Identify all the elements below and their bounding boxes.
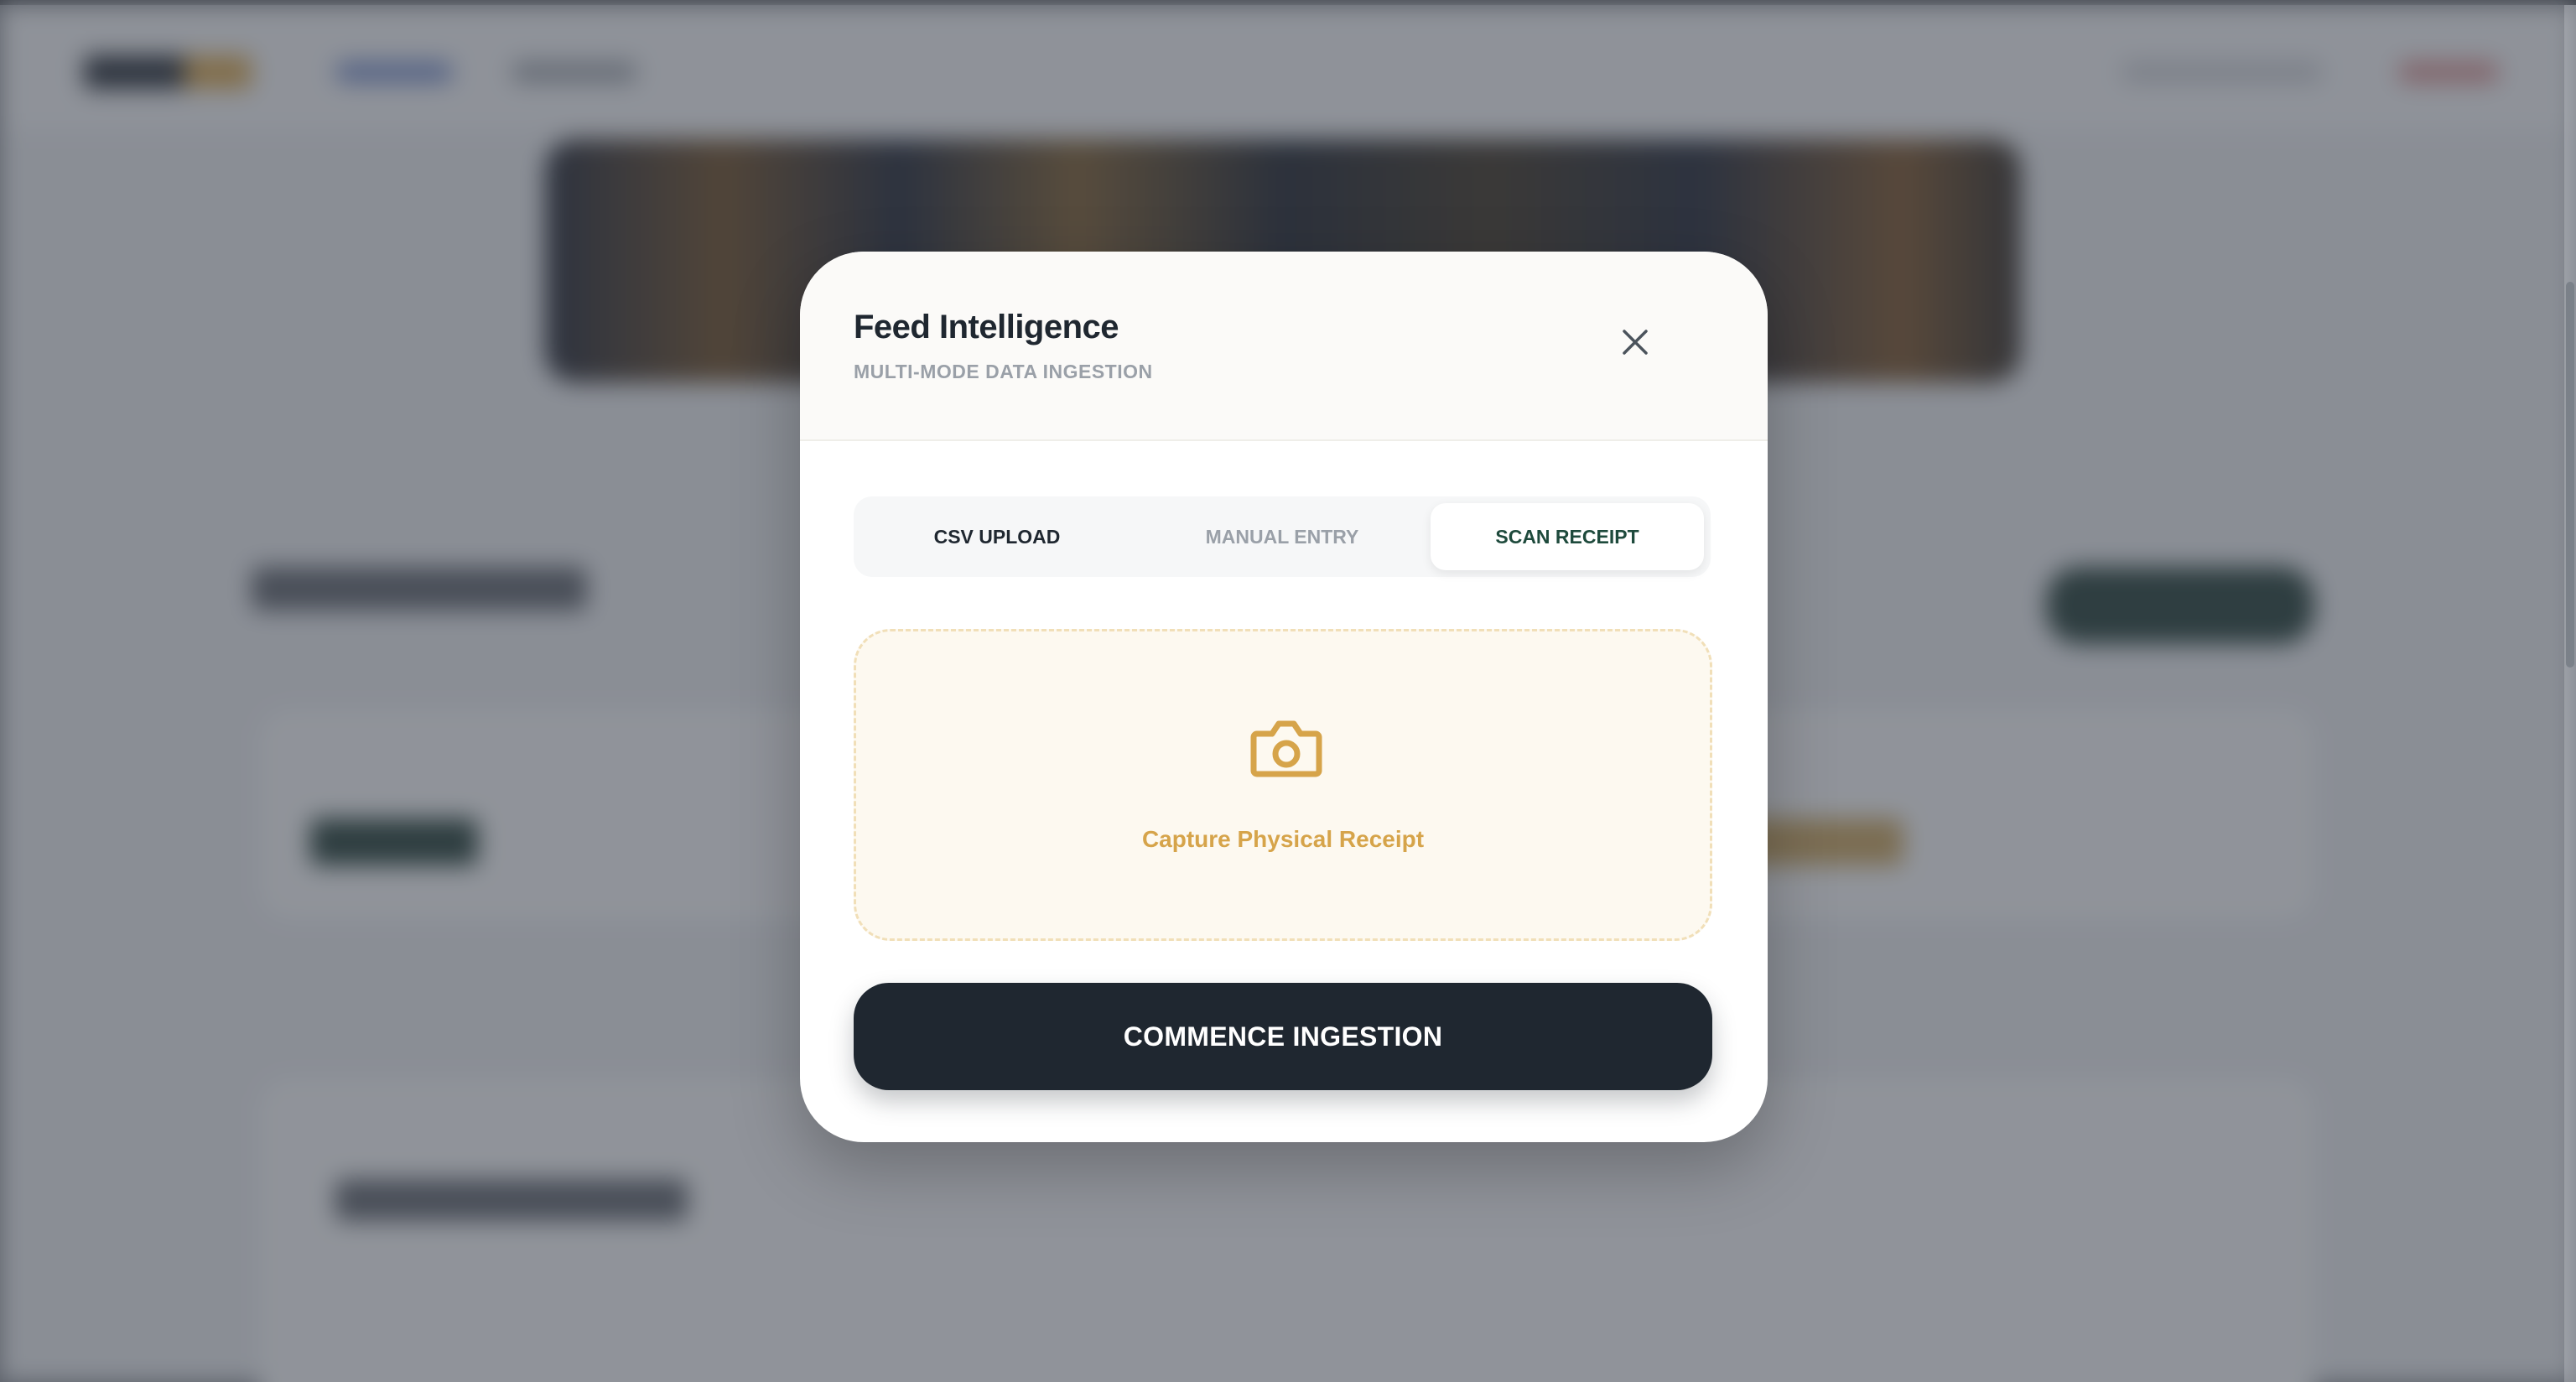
camera-icon bbox=[1250, 720, 1322, 777]
page-scrollbar[interactable] bbox=[2564, 5, 2576, 1382]
modal-header: Feed Intelligence MULTI-MODE DATA INGEST… bbox=[800, 252, 1768, 441]
close-icon bbox=[1623, 330, 1648, 355]
tab-manual-entry[interactable]: MANUAL ENTRY bbox=[1145, 503, 1419, 570]
modal-title: Feed Intelligence bbox=[854, 309, 1119, 346]
modal-subtitle: MULTI-MODE DATA INGESTION bbox=[854, 361, 1153, 382]
mode-tabs: CSV UPLOAD MANUAL ENTRY SCAN RECEIPT bbox=[854, 496, 1711, 577]
scrollbar-thumb[interactable] bbox=[2566, 282, 2574, 668]
ingestion-modal: Feed Intelligence MULTI-MODE DATA INGEST… bbox=[800, 252, 1768, 1142]
receipt-capture-dropzone[interactable]: Capture Physical Receipt bbox=[854, 629, 1712, 941]
close-button[interactable] bbox=[1608, 315, 1662, 369]
tab-csv-upload[interactable]: CSV UPLOAD bbox=[860, 503, 1134, 570]
dropzone-label: Capture Physical Receipt bbox=[1141, 826, 1425, 852]
commence-ingestion-button[interactable]: COMMENCE INGESTION bbox=[854, 983, 1712, 1090]
tab-scan-receipt[interactable]: SCAN RECEIPT bbox=[1431, 503, 1704, 570]
